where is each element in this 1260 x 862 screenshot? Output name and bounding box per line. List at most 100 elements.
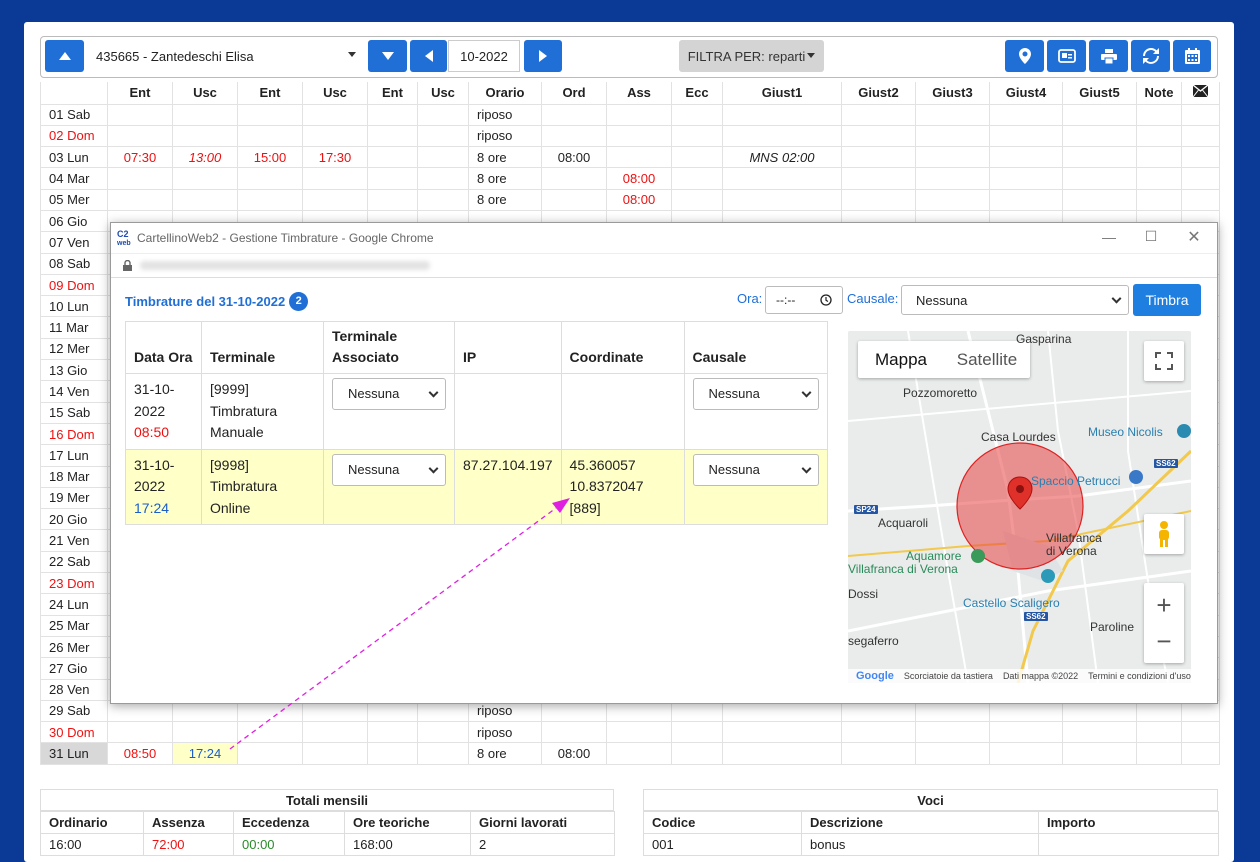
day-row[interactable]: 05 Mer 8 ore 08:00	[40, 188, 1220, 211]
cell-ass[interactable]	[606, 721, 672, 744]
cell-giust4[interactable]	[989, 167, 1063, 190]
cell-giust5[interactable]	[1062, 721, 1137, 744]
cell-giust2[interactable]	[841, 103, 916, 126]
cell-orario[interactable]: riposo	[468, 103, 542, 126]
cell-note[interactable]	[1136, 124, 1182, 148]
cell-giust5[interactable]	[1062, 167, 1137, 190]
cell-giust3[interactable]	[915, 188, 990, 211]
cell-ent1[interactable]: 07:30	[107, 146, 173, 169]
cell-ecc[interactable]	[671, 188, 723, 211]
cell-ecc[interactable]	[671, 167, 723, 190]
cell-giust4[interactable]	[989, 124, 1063, 148]
next-employee-button[interactable]	[368, 40, 407, 72]
cell-orario[interactable]: 8 ore	[468, 188, 542, 211]
cell-usc1[interactable]	[172, 124, 238, 148]
cell-ent3[interactable]	[367, 167, 418, 190]
location-map[interactable]: Mappa Satellite + − Gasparina Pozzomoret…	[848, 331, 1191, 683]
day-label[interactable]: 30 Dom	[40, 721, 108, 744]
envelope-icon[interactable]	[1181, 82, 1220, 105]
cell-ecc[interactable]	[671, 721, 723, 744]
cell-giust4[interactable]	[989, 103, 1063, 126]
cell-ecc[interactable]	[671, 103, 723, 126]
cell-usc2[interactable]	[302, 721, 368, 744]
day-label[interactable]: 11 Mar	[40, 316, 108, 339]
day-label[interactable]: 14 Ven	[40, 380, 108, 403]
day-row[interactable]: 31 Lun 08:50 17:24 8 ore 08:00	[40, 742, 1220, 765]
cell-giust2[interactable]	[841, 721, 916, 744]
zoom-out-icon[interactable]: −	[1156, 623, 1171, 659]
day-label[interactable]: 25 Mar	[40, 614, 108, 637]
cell-orario[interactable]: riposo	[468, 124, 542, 148]
cell-giust4[interactable]	[989, 188, 1063, 211]
cell-giust2[interactable]	[841, 124, 916, 148]
month-field[interactable]: 10-2022	[448, 40, 520, 72]
cell-mail[interactable]	[1181, 721, 1220, 744]
cell-ord[interactable]: 08:00	[541, 742, 607, 765]
cell-ent2[interactable]	[237, 742, 303, 765]
cell-usc3[interactable]	[417, 167, 469, 190]
cell-giust4[interactable]	[989, 146, 1063, 169]
day-label[interactable]: 04 Mar	[40, 167, 108, 190]
cell-usc3[interactable]	[417, 721, 469, 744]
cell-usc3[interactable]	[417, 742, 469, 765]
cell-giust5[interactable]	[1062, 124, 1137, 148]
cell-note[interactable]	[1136, 721, 1182, 744]
maximize-icon[interactable]: ☐	[1141, 228, 1161, 248]
cell-ent3[interactable]	[367, 721, 418, 744]
cell-orario[interactable]: riposo	[468, 721, 542, 744]
cell-usc2[interactable]	[302, 103, 368, 126]
cell-ass[interactable]	[606, 124, 672, 148]
cell-ent1[interactable]	[107, 103, 173, 126]
cell-giust2[interactable]	[841, 188, 916, 211]
cell-ent2[interactable]	[237, 103, 303, 126]
cell-giust4[interactable]	[989, 721, 1063, 744]
cell-mail[interactable]	[1181, 167, 1220, 190]
cell-orario[interactable]: 8 ore	[468, 167, 542, 190]
cell-usc2[interactable]	[302, 167, 368, 190]
refresh-button[interactable]	[1131, 40, 1170, 72]
cell-usc1[interactable]	[172, 721, 238, 744]
cell-giust3[interactable]	[915, 103, 990, 126]
day-label[interactable]: 12 Mer	[40, 337, 108, 361]
cell-mail[interactable]	[1181, 146, 1220, 169]
cell-giust3[interactable]	[915, 124, 990, 148]
cell-usc3[interactable]	[417, 103, 469, 126]
cell-giust1[interactable]	[722, 742, 842, 765]
cell-giust3[interactable]	[915, 742, 990, 765]
prev-employee-button[interactable]	[45, 40, 84, 72]
cell-ass[interactable]: 08:00	[606, 188, 672, 211]
day-label[interactable]: 18 Mar	[40, 465, 108, 488]
day-label[interactable]: 21 Ven	[40, 529, 108, 552]
cell-note[interactable]	[1136, 146, 1182, 169]
cell-ent2[interactable]	[237, 124, 303, 148]
minimize-icon[interactable]: —	[1099, 229, 1119, 249]
cell-giust5[interactable]	[1062, 146, 1137, 169]
cell-ecc[interactable]	[671, 124, 723, 148]
cell-ass[interactable]	[606, 742, 672, 765]
day-label[interactable]: 27 Gio	[40, 657, 108, 680]
cell-usc1[interactable]	[172, 103, 238, 126]
cell-note[interactable]	[1136, 742, 1182, 765]
day-label[interactable]: 19 Mer	[40, 486, 108, 510]
day-label[interactable]: 09 Dom	[40, 273, 108, 297]
keyboard-shortcuts-link[interactable]: Scorciatoie da tastiera	[904, 671, 993, 681]
employee-select[interactable]: 435665 - Zantedeschi Elisa	[88, 40, 366, 72]
cell-mail[interactable]	[1181, 742, 1220, 765]
cell-note[interactable]	[1136, 167, 1182, 190]
cell-giust1[interactable]	[722, 188, 842, 211]
day-label[interactable]: 08 Sab	[40, 252, 108, 275]
cell-usc1[interactable]	[172, 188, 238, 211]
cell-usc2[interactable]: 17:30	[302, 146, 368, 169]
cell-ent1[interactable]	[107, 167, 173, 190]
day-label[interactable]: 01 Sab	[40, 103, 108, 126]
day-label[interactable]: 10 Lun	[40, 295, 108, 318]
cell-ent1[interactable]: 08:50	[107, 742, 173, 765]
street-view-button[interactable]	[1144, 514, 1184, 554]
day-label[interactable]: 05 Mer	[40, 188, 108, 211]
cell-ent3[interactable]	[367, 124, 418, 148]
zoom-in-icon[interactable]: +	[1156, 587, 1171, 623]
cell-ecc[interactable]	[671, 146, 723, 169]
cell-ent3[interactable]	[367, 742, 418, 765]
day-row[interactable]: 02 Dom riposo	[40, 124, 1220, 148]
close-icon[interactable]: ✕	[1184, 227, 1204, 247]
